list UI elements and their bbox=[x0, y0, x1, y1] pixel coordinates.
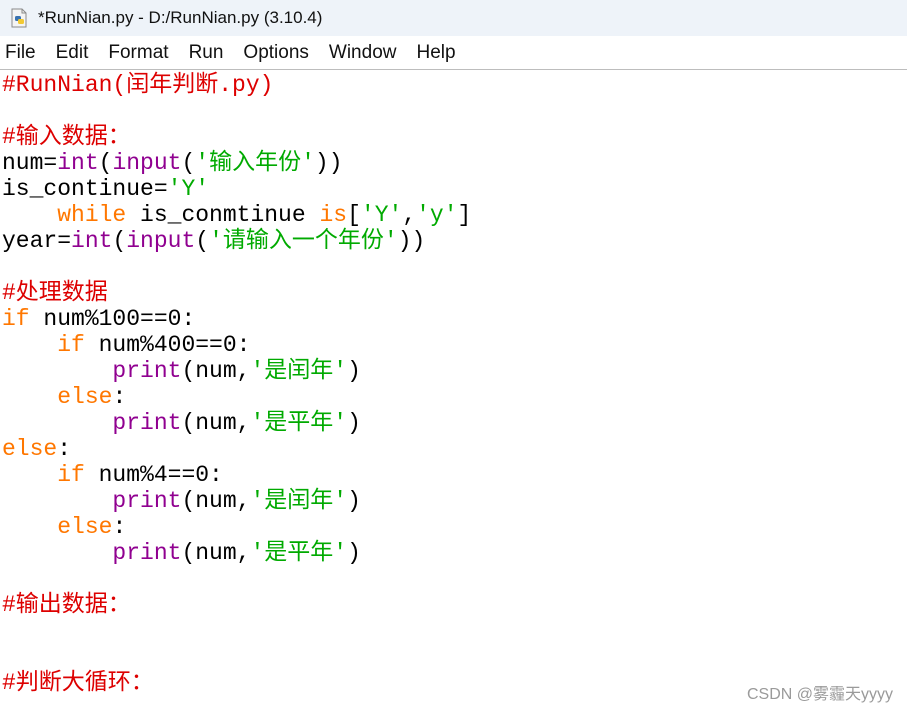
code-line-6: while is_conmtinue is['Y','y'] bbox=[57, 202, 472, 228]
menu-edit[interactable]: Edit bbox=[56, 42, 89, 64]
code-line-5: is_continue='Y' bbox=[2, 176, 210, 202]
menu-file[interactable]: File bbox=[5, 42, 36, 64]
code-line-15: else: bbox=[2, 436, 72, 462]
code-line-7: year=int(input('请输入一个年份')) bbox=[2, 228, 426, 254]
code-line-23: #判断大循环： bbox=[2, 670, 154, 696]
title-bar: *RunNian.py - D:/RunNian.py (3.10.4) bbox=[0, 0, 907, 36]
watermark: CSDN @雾霾天yyyy bbox=[746, 686, 893, 703]
code-editor[interactable]: #RunNian(闰年判断.py) #输入数据： num=int(input('… bbox=[0, 70, 907, 712]
code-line-17: print(num,'是闰年') bbox=[112, 488, 361, 514]
code-line-16: if num%4==0: bbox=[57, 462, 223, 488]
code-line-3: #输入数据： bbox=[2, 124, 131, 150]
menu-options[interactable]: Options bbox=[243, 42, 308, 64]
code-line-4: num=int(input('输入年份')) bbox=[2, 150, 343, 176]
code-line-14: print(num,'是平年') bbox=[112, 410, 361, 436]
python-file-icon bbox=[9, 8, 29, 28]
code-line-1: #RunNian(闰年判断.py) bbox=[2, 72, 274, 98]
menu-window[interactable]: Window bbox=[329, 42, 397, 64]
code-line-13: else: bbox=[57, 384, 127, 410]
code-line-11: if num%400==0: bbox=[57, 332, 251, 358]
menu-run[interactable]: Run bbox=[189, 42, 224, 64]
menu-bar: File Edit Format Run Options Window Help bbox=[0, 37, 907, 70]
code-line-12: print(num,'是闰年') bbox=[112, 358, 361, 384]
window-title: *RunNian.py - D:/RunNian.py (3.10.4) bbox=[38, 8, 323, 27]
menu-help[interactable]: Help bbox=[416, 42, 455, 64]
code-line-10: if num%100==0: bbox=[2, 306, 196, 332]
menu-format[interactable]: Format bbox=[108, 42, 168, 64]
code-line-9: #处理数据 bbox=[2, 280, 108, 306]
code-line-19: print(num,'是平年') bbox=[112, 540, 361, 566]
code-line-21: #输出数据： bbox=[2, 592, 131, 618]
code-line-18: else: bbox=[57, 514, 127, 540]
